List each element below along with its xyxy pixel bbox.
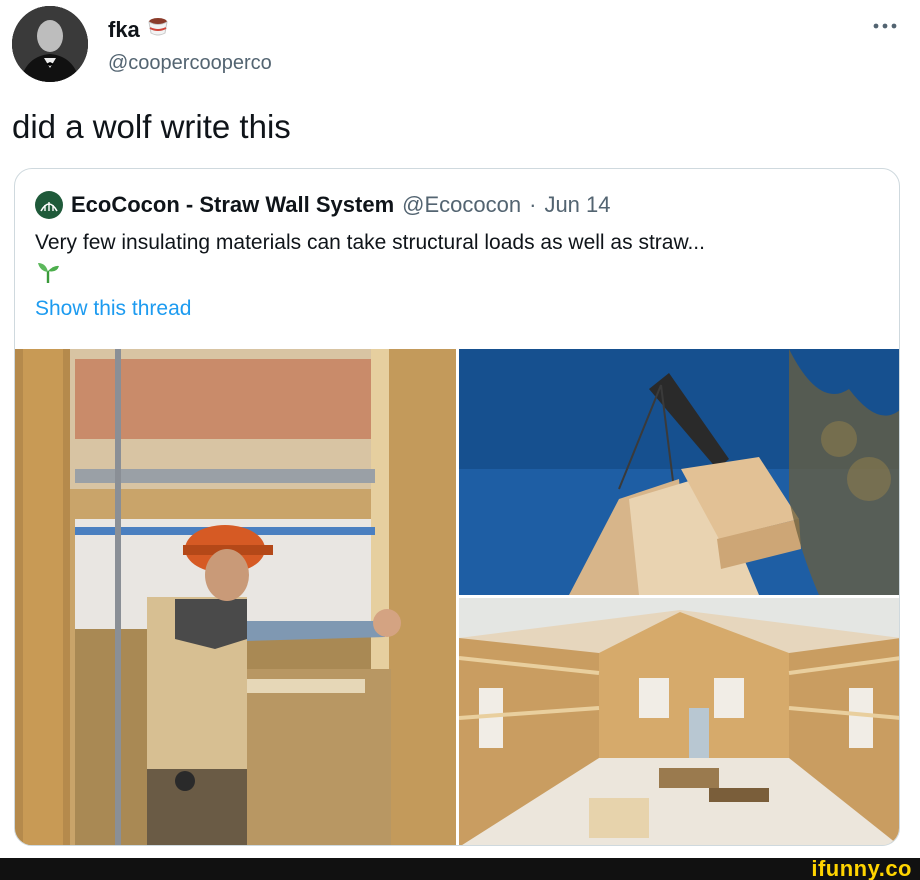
photo-worker-straw-panel[interactable] xyxy=(15,349,456,845)
tweet-header: fka @coopercooperco xyxy=(12,6,908,86)
display-name[interactable]: fka xyxy=(108,16,272,44)
photo-timber-frame-interior[interactable] xyxy=(459,598,899,845)
watermark-bar xyxy=(0,858,920,880)
ifunny-watermark: ifunny.co xyxy=(811,856,912,880)
media-grid xyxy=(15,349,899,845)
quoted-tweet-text: Very few insulating materials can take s… xyxy=(35,231,705,254)
meta-separator: · xyxy=(529,192,537,217)
quoted-handle[interactable]: @Ecococon xyxy=(402,192,521,218)
show-thread-link[interactable]: Show this thread xyxy=(35,297,191,321)
quoted-user-avatar[interactable] xyxy=(35,191,63,219)
user-block: fka @coopercooperco xyxy=(108,16,272,75)
user-avatar[interactable] xyxy=(12,6,88,82)
tweet-text: did a wolf write this xyxy=(12,108,291,145)
display-name-text: fka xyxy=(108,17,140,42)
quoted-tweet-header: EcoCocon - Straw Wall System @Ecococon ·… xyxy=(35,191,611,219)
quoted-display-name[interactable]: EcoCocon - Straw Wall System xyxy=(71,192,394,218)
quoted-date[interactable]: Jun 14 xyxy=(544,192,610,218)
seedling-icon xyxy=(35,259,61,285)
photo-crane-lifting-panels[interactable] xyxy=(459,349,899,595)
quoted-tweet-card[interactable]: EcoCocon - Straw Wall System @Ecococon ·… xyxy=(14,168,900,846)
more-options-icon[interactable] xyxy=(870,16,900,36)
coffee-cup-icon xyxy=(146,16,170,44)
user-handle[interactable]: @coopercooperco xyxy=(108,52,272,75)
